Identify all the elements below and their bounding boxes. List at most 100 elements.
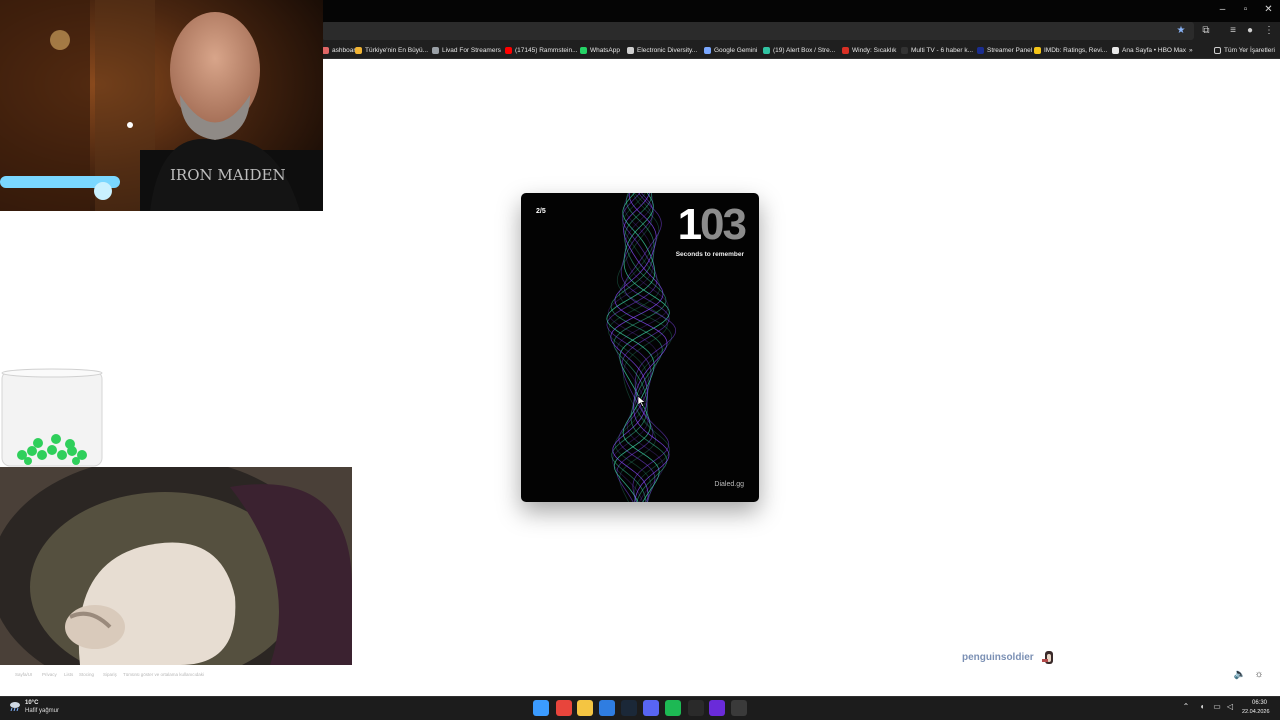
- bookmark-label: Electronic Diversity...: [637, 46, 698, 54]
- clock-time[interactable]: 06:30: [1252, 700, 1267, 706]
- penguin-emote-icon: [1042, 651, 1053, 664]
- overflow-label: »: [1189, 46, 1193, 54]
- bookmark-item[interactable]: (19) Alert Box / Stre...: [763, 44, 835, 56]
- tray-overflow-icon[interactable]: ⌃: [1181, 702, 1191, 712]
- bookmark-item[interactable]: ashboard: [322, 44, 359, 56]
- bookmark-item[interactable]: Türkiye'nin En Büyü...: [355, 44, 428, 56]
- bookmark-favicon-icon: [977, 46, 984, 54]
- footer-link[interactable]: Sayfa/UI: [15, 672, 32, 677]
- minimize-button[interactable]: –: [1211, 0, 1234, 20]
- bookmark-label: Ana Sayfa • HBO Max: [1122, 46, 1187, 54]
- bookmark-favicon-icon: [505, 46, 512, 54]
- streamer-name: penguinsoldier: [962, 652, 1034, 663]
- footer-link[interactable]: Sipariş: [103, 672, 117, 677]
- footer-link[interactable]: Privacy: [42, 672, 57, 677]
- speaker-icon[interactable]: ◁: [1225, 702, 1235, 712]
- bookmark-item[interactable]: WhatsApp: [580, 44, 620, 56]
- close-button[interactable]: ✕: [1257, 0, 1280, 20]
- all-bookmarks-button[interactable]: Tüm Yer İşaretleri: [1214, 44, 1275, 56]
- obs-app-icon[interactable]: [731, 700, 747, 716]
- windows-taskbar: [0, 696, 1280, 720]
- pet-camera-image: [0, 467, 352, 665]
- bookmark-item[interactable]: Electronic Diversity...: [627, 44, 697, 56]
- volume-icon[interactable]: 🔈: [1233, 668, 1247, 682]
- bookmark-favicon-icon: [704, 46, 711, 54]
- bookmark-item[interactable]: (17145) Rammstein...: [505, 44, 578, 56]
- wave-strand: [610, 193, 668, 502]
- rain-cloud-icon[interactable]: [9, 701, 22, 711]
- countdown-timer: 103: [677, 199, 747, 251]
- bookmark-item[interactable]: Windy: Sıcaklık: [842, 44, 896, 56]
- network-icon[interactable]: ▭: [1212, 702, 1222, 712]
- bookmark-label: Windy: Sıcaklık: [852, 46, 897, 54]
- discord-app-icon[interactable]: [643, 700, 659, 716]
- brand-label[interactable]: Dialed.gg: [714, 481, 744, 488]
- bookmark-favicon-icon: [901, 46, 908, 54]
- timer-rest-digits: 03: [700, 200, 747, 249]
- bookmark-label: WhatsApp: [590, 46, 620, 54]
- bookmark-label: Türkiye'nin En Büyü...: [365, 46, 429, 54]
- chrome-app-icon[interactable]: [556, 700, 572, 716]
- spotify-app-icon[interactable]: [665, 700, 681, 716]
- clover-jar-image: [1, 368, 103, 467]
- bookmark-favicon-icon: [580, 46, 587, 54]
- bookmark-label: Livad For Streamers: [442, 46, 501, 54]
- folder-icon: [1214, 46, 1221, 54]
- bookmark-star-icon[interactable]: ★: [1174, 24, 1188, 38]
- pet-camera-feed: [0, 467, 352, 665]
- webcam-feed: IRON MAIDEN: [0, 0, 323, 211]
- bookmark-favicon-icon: [763, 46, 770, 54]
- epic-games-app-icon[interactable]: [688, 700, 704, 716]
- bookmark-favicon-icon: [432, 46, 439, 54]
- bookmark-favicon-icon: [1112, 46, 1119, 54]
- memory-game-card[interactable]: 2/5 103 Seconds to remember Dialed.gg: [521, 193, 759, 502]
- address-bar[interactable]: [322, 22, 1194, 40]
- clover-jar-widget: [0, 367, 104, 468]
- bookmark-label: Multi TV - 6 haber k...: [911, 46, 974, 54]
- brightness-icon[interactable]: ☼: [1252, 668, 1266, 682]
- bookmark-item[interactable]: IMDb: Ratings, Revi...: [1034, 44, 1107, 56]
- steam-app-icon[interactable]: [621, 700, 637, 716]
- extensions-icon[interactable]: ⧉: [1199, 24, 1213, 38]
- bookmark-item[interactable]: Livad For Streamers: [432, 44, 501, 56]
- footer-link[interactable]: Tümünü göster ve ortalama kullanıcıdaki: [123, 672, 204, 677]
- start-app-icon[interactable]: [533, 700, 549, 716]
- bookmark-favicon-icon: [842, 46, 849, 54]
- microphone-icon[interactable]: ◖: [1197, 702, 1207, 712]
- weather-description[interactable]: Hafif yağmur: [25, 708, 59, 714]
- menu-icon[interactable]: ⋮: [1262, 24, 1276, 38]
- bookmark-item[interactable]: Streamer Panel: [977, 44, 1032, 56]
- bookmarks-overflow-button[interactable]: »: [1189, 44, 1193, 56]
- bookmark-item[interactable]: Ana Sayfa • HBO Max: [1112, 44, 1186, 56]
- screen: – ▫ ✕ ★ ⧉ ≡ ● ⋮ ashboard Türkiye'nin En B…: [0, 0, 1280, 720]
- profile-icon[interactable]: ●: [1243, 24, 1257, 38]
- timer-label: Seconds to remember: [675, 251, 744, 258]
- bookmark-label: (19) Alert Box / Stre...: [773, 46, 836, 54]
- mouse-cursor-icon: [638, 396, 646, 407]
- window-controls: – ▫ ✕: [1211, 0, 1280, 20]
- footer-link[interactable]: Lists: [64, 672, 73, 677]
- webcam-image: IRON MAIDEN: [0, 0, 323, 211]
- timer-lead-digit: 1: [677, 200, 703, 249]
- media-controls-icon[interactable]: ≡: [1226, 24, 1240, 38]
- bookmark-label: IMDb: Ratings, Revi...: [1044, 46, 1108, 54]
- bookmark-label: Google Gemini: [714, 46, 758, 54]
- footer-link[interactable]: Stocing: [79, 672, 94, 677]
- round-counter: 2/5: [536, 208, 546, 215]
- bookmark-favicon-icon: [627, 46, 634, 54]
- bookmark-item[interactable]: Multi TV - 6 haber k...: [901, 44, 973, 56]
- bookmark-favicon-icon: [355, 46, 362, 54]
- shirt-logo-art: IRON MAIDEN: [170, 166, 286, 184]
- bookmark-favicon-icon: [1034, 46, 1041, 54]
- wave-strand: [611, 193, 667, 502]
- weather-temperature[interactable]: 10°C: [25, 700, 38, 706]
- clock-date[interactable]: 22.04.2026: [1242, 709, 1270, 715]
- bookmark-favicon-icon: [322, 46, 329, 54]
- maximize-button[interactable]: ▫: [1234, 0, 1257, 20]
- file-explorer-app-icon[interactable]: [577, 700, 593, 716]
- next-app-app-icon[interactable]: [709, 700, 725, 716]
- bookmark-item[interactable]: Google Gemini: [704, 44, 757, 56]
- all-bookmarks-label: Tüm Yer İşaretleri: [1224, 46, 1275, 54]
- bookmark-label: (17145) Rammstein...: [515, 46, 578, 54]
- browser-alt-app-icon[interactable]: [599, 700, 615, 716]
